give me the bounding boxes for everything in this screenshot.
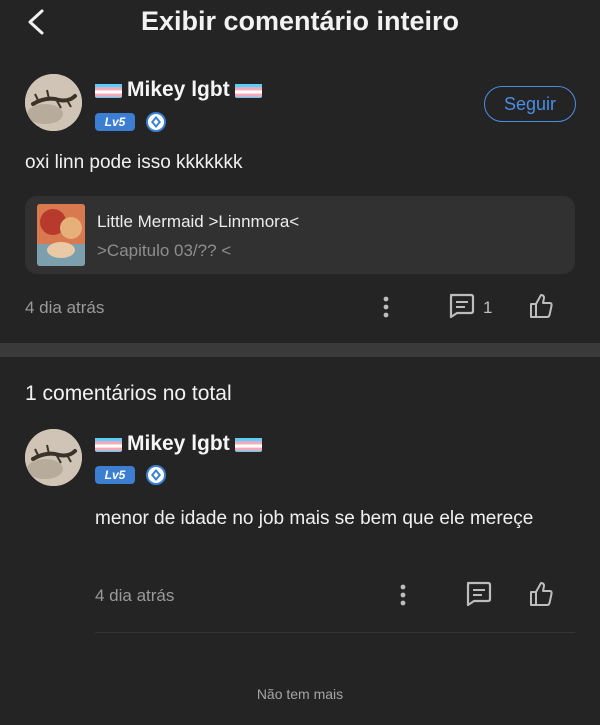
level-badge: Lv5 [95,113,135,131]
story-chapter: >Capitulo 03/?? < [97,241,232,260]
trans-flag-icon [95,82,122,98]
trans-flag-icon [234,82,262,98]
avatar[interactable] [25,74,82,131]
post-time: 4 dia atrás [25,298,105,317]
trans-flag-icon [95,436,122,452]
like-icon[interactable] [526,579,556,609]
comment-icon[interactable] [446,292,476,320]
verified-icon [146,465,166,485]
username-label: Mikey lgbt [127,78,230,101]
reply-time: 4 dia atrás [95,586,175,605]
end-of-list-text: Não tem mais [256,686,344,702]
more-options-icon[interactable] [375,293,397,321]
username[interactable]: Mikey lgbt [95,78,262,102]
reply-divider [95,632,575,633]
username-label: Mikey lgbt [127,432,230,455]
avatar[interactable] [25,429,82,486]
comment-count: 1 [483,298,493,317]
follow-button[interactable]: Seguir [484,86,576,122]
section-divider [0,343,600,357]
story-title: Little Mermaid >Linnmora< [97,212,300,231]
reply-username[interactable]: Mikey lgbt [95,432,262,456]
reply-text: menor de idade no job mais se bem que el… [95,508,534,529]
comments-total: 1 comentários no total [25,382,232,405]
like-icon[interactable] [526,291,556,321]
post-text: oxi linn pode isso kkkkkkk [25,152,243,173]
story-cover-image [37,204,85,266]
comment-icon[interactable] [463,580,493,608]
level-badge: Lv5 [95,466,135,484]
top-bar: Exibir comentário inteiro [0,0,600,44]
page-title: Exibir comentário inteiro [140,6,460,36]
verified-icon [146,112,166,132]
more-options-icon[interactable] [392,581,414,609]
linked-story-card[interactable]: Little Mermaid >Linnmora< >Capitulo 03/?… [25,196,575,274]
trans-flag-icon [234,436,262,452]
